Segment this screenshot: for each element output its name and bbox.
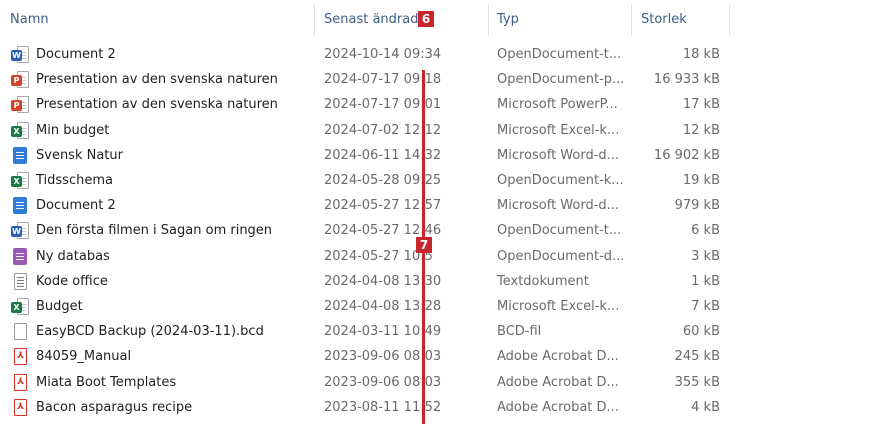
file-row[interactable]: ⅄ 84059_Manual 2023-09-06 08:03 Adobe Acrob… bbox=[0, 344, 882, 369]
pdf-icon: ⅄ bbox=[11, 399, 29, 416]
file-name: Min budget bbox=[36, 123, 110, 138]
file-row[interactable]: P Presentation av den svenska naturen 2024… bbox=[0, 67, 882, 92]
annotation-marker-6: 6 bbox=[418, 11, 434, 27]
file-name: Tidsschema bbox=[36, 173, 113, 188]
file-row[interactable]: W Document 2 2024-10-14 09:34 OpenDocument-… bbox=[0, 42, 882, 67]
sort-descending-icon: ˅ bbox=[394, 0, 402, 8]
file-name: Den första filmen i Sagan om ringen bbox=[36, 223, 273, 238]
file-type: Microsoft Word-d... bbox=[497, 148, 620, 163]
file-row[interactable]: Ny databas 2024-05-27 10:5 OpenDocument-d.… bbox=[0, 244, 882, 269]
file-type: OpenDocument-p... bbox=[497, 72, 625, 87]
file-type: Adobe Acrobat D... bbox=[497, 349, 619, 364]
column-divider[interactable] bbox=[488, 4, 489, 36]
column-header-size[interactable]: Storlek bbox=[641, 0, 726, 38]
file-row[interactable]: P Presentation av den svenska naturen 2024… bbox=[0, 92, 882, 117]
file-row[interactable]: ⅄ Bacon asparagus recipe 2023-08-11 11:52 A… bbox=[0, 395, 882, 420]
text-file-icon bbox=[11, 273, 29, 290]
pdf-icon: ⅄ bbox=[11, 348, 29, 365]
file-name: Ny databas bbox=[36, 249, 110, 264]
file-explorer-list: Namn ˅ Senast ändrad Typ Storlek 6 W Docu… bbox=[0, 0, 882, 425]
file-row[interactable]: EasyBCD Backup (2024-03-11).bcd 2024-03-1… bbox=[0, 319, 882, 344]
file-type: OpenDocument-t... bbox=[497, 223, 622, 238]
column-header-date[interactable]: ˅ Senast ändrad bbox=[324, 0, 484, 38]
column-divider[interactable] bbox=[631, 4, 632, 36]
file-row[interactable]: Document 2 2024-05-27 12:57 Microsoft Word… bbox=[0, 193, 882, 218]
file-type: Microsoft Excel-k... bbox=[497, 299, 620, 314]
pdf-icon: ⅄ bbox=[11, 374, 29, 391]
file-type: Adobe Acrobat D... bbox=[497, 375, 619, 390]
column-header-type[interactable]: Typ bbox=[497, 0, 627, 38]
file-name: Svensk Natur bbox=[36, 148, 123, 163]
file-type: Textdokument bbox=[497, 274, 589, 289]
file-size: 979 kB bbox=[674, 198, 720, 213]
file-size: 18 kB bbox=[682, 47, 720, 62]
file-row[interactable]: X Tidsschema 2024-05-28 09:25 OpenDocument-… bbox=[0, 168, 882, 193]
column-header-size-label: Storlek bbox=[641, 11, 687, 27]
column-divider[interactable] bbox=[314, 4, 315, 36]
file-type: Microsoft PowerP... bbox=[497, 97, 618, 112]
excel-icon: X bbox=[11, 172, 29, 189]
column-header-name-label: Namn bbox=[10, 11, 49, 27]
word-document-icon: W bbox=[11, 46, 29, 63]
file-type: Microsoft Excel-k... bbox=[497, 123, 620, 138]
file-row[interactable]: X Budget 2024-04-08 13:28 Microsoft Excel-k… bbox=[0, 294, 882, 319]
file-type: Microsoft Word-d... bbox=[497, 198, 620, 213]
database-icon bbox=[11, 248, 29, 265]
file-row[interactable]: X Min budget 2024-07-02 12:12 Microsoft Exc… bbox=[0, 118, 882, 143]
column-header-row: Namn ˅ Senast ändrad Typ Storlek bbox=[0, 0, 882, 38]
powerpoint-icon: P bbox=[11, 96, 29, 113]
file-name: Document 2 bbox=[36, 198, 116, 213]
file-size: 355 kB bbox=[674, 375, 720, 390]
file-size: 12 kB bbox=[682, 123, 720, 138]
column-divider[interactable] bbox=[729, 4, 730, 36]
file-type: OpenDocument-k... bbox=[497, 173, 624, 188]
file-size: 19 kB bbox=[682, 173, 720, 188]
file-name: Kode office bbox=[36, 274, 108, 289]
excel-icon: X bbox=[11, 122, 29, 139]
file-type: Adobe Acrobat D... bbox=[497, 400, 619, 415]
file-size: 16 933 kB bbox=[653, 72, 720, 87]
blank-file-icon bbox=[11, 323, 29, 340]
file-row[interactable]: Svensk Natur 2024-06-11 14:32 Microsoft Wo… bbox=[0, 143, 882, 168]
file-name: Document 2 bbox=[36, 47, 116, 62]
file-modified-date: 2024-10-14 09:34 bbox=[324, 47, 442, 62]
file-name: Presentation av den svenska naturen bbox=[36, 72, 278, 87]
file-type: BCD-fil bbox=[497, 324, 542, 339]
file-size: 1 kB bbox=[691, 274, 720, 289]
word-docx-icon bbox=[11, 197, 29, 214]
file-row[interactable]: Kode office 2024-04-08 13:30 Textdokument 1… bbox=[0, 269, 882, 294]
excel-icon: X bbox=[11, 298, 29, 315]
column-header-type-label: Typ bbox=[497, 11, 519, 27]
file-type: OpenDocument-d... bbox=[497, 249, 625, 264]
file-name: Presentation av den svenska naturen bbox=[36, 97, 278, 112]
file-name: 84059_Manual bbox=[36, 349, 132, 364]
annotation-marker-7: 7 bbox=[416, 237, 432, 253]
file-size: 3 kB bbox=[691, 249, 720, 264]
file-name: Miata Boot Templates bbox=[36, 375, 177, 390]
file-row[interactable]: ⅄ Miata Boot Templates 2023-09-06 08:03 Ado… bbox=[0, 370, 882, 395]
column-header-date-label: Senast ändrad bbox=[324, 11, 419, 27]
powerpoint-icon: P bbox=[11, 71, 29, 88]
word-document-icon: W bbox=[11, 222, 29, 239]
file-name: Bacon asparagus recipe bbox=[36, 400, 193, 415]
file-size: 245 kB bbox=[674, 349, 720, 364]
file-type: OpenDocument-t... bbox=[497, 47, 622, 62]
word-docx-icon bbox=[11, 147, 29, 164]
file-size: 7 kB bbox=[691, 299, 720, 314]
file-size: 17 kB bbox=[682, 97, 720, 112]
file-size: 16 902 kB bbox=[653, 148, 720, 163]
column-header-name[interactable]: Namn bbox=[10, 0, 315, 38]
file-row[interactable]: W Den första filmen i Sagan om ringen 2024… bbox=[0, 218, 882, 243]
file-name: Budget bbox=[36, 299, 83, 314]
file-name: EasyBCD Backup (2024-03-11).bcd bbox=[36, 324, 264, 339]
file-size: 6 kB bbox=[691, 223, 720, 238]
file-size: 60 kB bbox=[682, 324, 720, 339]
file-size: 4 kB bbox=[691, 400, 720, 415]
